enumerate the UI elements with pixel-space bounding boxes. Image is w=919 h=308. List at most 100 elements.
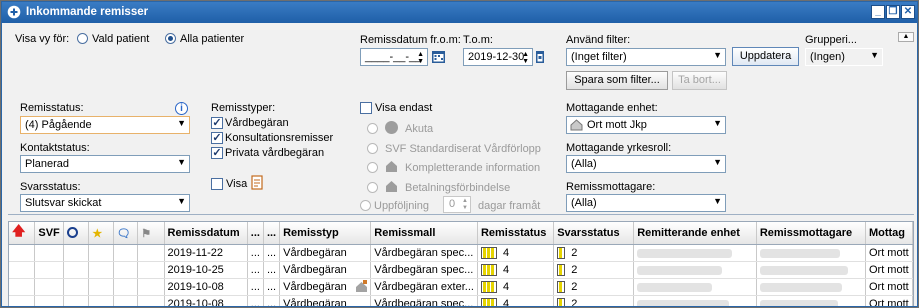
col-remissmottagare[interactable]: Remissmottagare bbox=[756, 222, 866, 245]
status-bar-icon bbox=[480, 281, 497, 294]
svarsstatus-value: Slutsvar skickat bbox=[25, 197, 102, 209]
svf-label: SVF Standardiserat Vårdförlopp bbox=[385, 143, 541, 155]
collapse-button[interactable]: ▲ bbox=[898, 32, 914, 42]
radio-svf[interactable] bbox=[367, 143, 378, 154]
cell-mottagare-redacted bbox=[756, 244, 866, 262]
akuta-label: Akuta bbox=[405, 123, 434, 135]
house-edit-icon bbox=[355, 280, 368, 296]
cell-date: 2019-10-25 bbox=[164, 261, 248, 279]
calendar-icon[interactable] bbox=[431, 49, 446, 67]
remisstyp-label[interactable]: Privata vårdbegäran bbox=[225, 147, 324, 159]
cell-remitterande-redacted bbox=[633, 261, 757, 279]
table-row[interactable]: 2019-10-08 ... ... Vårdbegäran Vårdbegär… bbox=[9, 295, 913, 306]
checkbox-privata[interactable]: ✓ bbox=[211, 147, 223, 159]
table-row[interactable]: 2019-11-22 ... ... Vårdbegäran Vårdbegär… bbox=[9, 244, 913, 262]
spinner-icon[interactable]: ▲ ▼ bbox=[417, 51, 424, 65]
mottagande-yrkesroll-select[interactable]: (Alla) ▼ bbox=[566, 155, 726, 173]
status-bar-icon bbox=[557, 298, 566, 306]
cell-svar: 2 bbox=[553, 244, 635, 262]
radio-uppfoljning[interactable] bbox=[360, 200, 371, 211]
col-more-2[interactable]: ... bbox=[263, 222, 281, 245]
uppfoljning-stepper[interactable]: 0 ▲ ▼ bbox=[443, 196, 471, 213]
remisstatus-value: (4) Pågående bbox=[25, 119, 92, 131]
cell-mottagare-redacted bbox=[756, 295, 866, 306]
table-header: 🡅 SVF ★ 🗨 ⚑ Remissdatum ... ... Remissty… bbox=[9, 222, 913, 245]
info-icon[interactable]: i bbox=[175, 102, 188, 115]
referrals-window: Inkommande remisser _ ❐ ✕ Visa vy för: V… bbox=[1, 1, 918, 307]
view-patient-radio[interactable] bbox=[77, 33, 88, 44]
dropdown-arrow-icon: ▼ bbox=[713, 157, 722, 167]
cell-status: 4 bbox=[477, 244, 555, 262]
kontaktstatus-label: Kontaktstatus: bbox=[20, 142, 90, 154]
kompletterande-label: Kompletterande information bbox=[405, 162, 541, 174]
group-select[interactable]: (Ingen) ▼ bbox=[805, 48, 883, 66]
cell-type: Vårdbegäran bbox=[279, 278, 372, 296]
spinner-icon[interactable]: ▲ ▼ bbox=[522, 51, 529, 65]
col-mottag[interactable]: Mottag bbox=[865, 222, 913, 245]
table-row[interactable]: 2019-10-25 ... ... Vårdbegäran Vårdbegär… bbox=[9, 261, 913, 279]
remisstyp-label[interactable]: Vårdbegäran bbox=[225, 117, 289, 129]
col-remissdatum[interactable]: Remissdatum bbox=[164, 222, 248, 245]
document-icon[interactable] bbox=[250, 174, 264, 194]
calendar-icon[interactable] bbox=[535, 49, 545, 67]
date-to-label: T.o.m: bbox=[463, 34, 493, 46]
house-icon bbox=[384, 178, 399, 196]
cell-mall: Vårdbegäran spec... bbox=[370, 261, 478, 279]
filter-select[interactable]: (Inget filter) ▼ bbox=[566, 48, 726, 66]
cell-svar: 2 bbox=[553, 278, 635, 296]
cell-more: ... bbox=[263, 244, 281, 262]
view-all-label[interactable]: Alla patienter bbox=[180, 33, 244, 45]
kontaktstatus-select[interactable]: Planerad ▼ bbox=[20, 155, 190, 173]
window-title: Inkommande remisser bbox=[26, 6, 149, 18]
cell-mottag: Ort mott bbox=[865, 278, 913, 296]
col-svf[interactable]: SVF bbox=[34, 222, 64, 245]
checkbox-konsultation[interactable]: ✓ bbox=[211, 132, 223, 144]
cell-mottag: Ort mott bbox=[865, 261, 913, 279]
visa-label[interactable]: Visa bbox=[226, 178, 247, 190]
save-filter-button[interactable]: Spara som filter... bbox=[566, 71, 668, 90]
col-remisstyp[interactable]: Remisstyp bbox=[279, 222, 372, 245]
uppfoljning-value: 0 bbox=[449, 198, 456, 210]
col-comment[interactable]: 🗨 bbox=[113, 222, 139, 245]
remisstatus-select[interactable]: (4) Pågående ▼ bbox=[20, 116, 190, 134]
table-row[interactable]: 2019-10-08 ... ... Vårdbegäran Vårdbegär… bbox=[9, 278, 913, 296]
cell-mall: Vårdbegäran exter... bbox=[370, 278, 478, 296]
view-all-radio[interactable] bbox=[165, 33, 176, 44]
mottagande-enhet-select[interactable]: Ort mott Jkp ▼ bbox=[566, 116, 726, 134]
cell-more: ... bbox=[263, 278, 281, 296]
date-from-input[interactable]: ____-__-__ ▲ ▼ bbox=[360, 48, 428, 66]
col-remitterande-enhet[interactable]: Remitterande enhet bbox=[633, 222, 757, 245]
cell-more: ... bbox=[247, 261, 264, 279]
checkbox-visa-endast[interactable] bbox=[360, 102, 372, 114]
mottagande-yrkesroll-label: Mottagande yrkesroll: bbox=[566, 142, 672, 154]
col-svarsstatus[interactable]: Svarsstatus bbox=[553, 222, 635, 245]
visa-endast-label[interactable]: Visa endast bbox=[375, 102, 432, 114]
col-star[interactable]: ★ bbox=[88, 222, 114, 245]
radio-akuta[interactable] bbox=[367, 123, 378, 134]
restore-button[interactable]: ❐ bbox=[886, 5, 900, 19]
remove-filter-button[interactable]: Ta bort... bbox=[672, 71, 727, 90]
view-patient-label[interactable]: Vald patient bbox=[92, 33, 149, 45]
uppfoljning-label: Uppföljning bbox=[374, 200, 430, 212]
minimize-button[interactable]: _ bbox=[871, 5, 885, 19]
radio-betalning[interactable] bbox=[367, 182, 378, 193]
date-to-input[interactable]: 2019-12-30 ▲ ▼ bbox=[463, 48, 533, 66]
col-remisstatus[interactable]: Remisstatus bbox=[477, 222, 555, 245]
remisstyp-label[interactable]: Konsultationsremisser bbox=[225, 132, 333, 144]
checkbox-vardbegaran[interactable]: ✓ bbox=[211, 117, 223, 129]
spinner-icon[interactable]: ▲ ▼ bbox=[462, 198, 468, 212]
svarsstatus-select[interactable]: Slutsvar skickat ▼ bbox=[20, 194, 190, 212]
update-button[interactable]: Uppdatera bbox=[732, 47, 799, 66]
remissmottagare-select[interactable]: (Alla) ▼ bbox=[566, 194, 726, 212]
group-value: (Ingen) bbox=[810, 51, 845, 63]
col-blocked[interactable] bbox=[63, 222, 90, 245]
col-more-1[interactable]: ... bbox=[247, 222, 264, 245]
radio-kompletterande[interactable] bbox=[367, 162, 378, 173]
cell-type-text: Vårdbegäran bbox=[283, 281, 347, 293]
close-button[interactable]: ✕ bbox=[901, 5, 915, 19]
col-priority[interactable]: 🡅 bbox=[9, 222, 36, 245]
col-remissmall[interactable]: Remissmall bbox=[370, 222, 478, 245]
col-flag[interactable]: ⚑ bbox=[137, 222, 165, 245]
referrals-table: 🡅 SVF ★ 🗨 ⚑ Remissdatum ... ... Remissty… bbox=[8, 221, 914, 306]
checkbox-visa[interactable] bbox=[211, 178, 223, 190]
